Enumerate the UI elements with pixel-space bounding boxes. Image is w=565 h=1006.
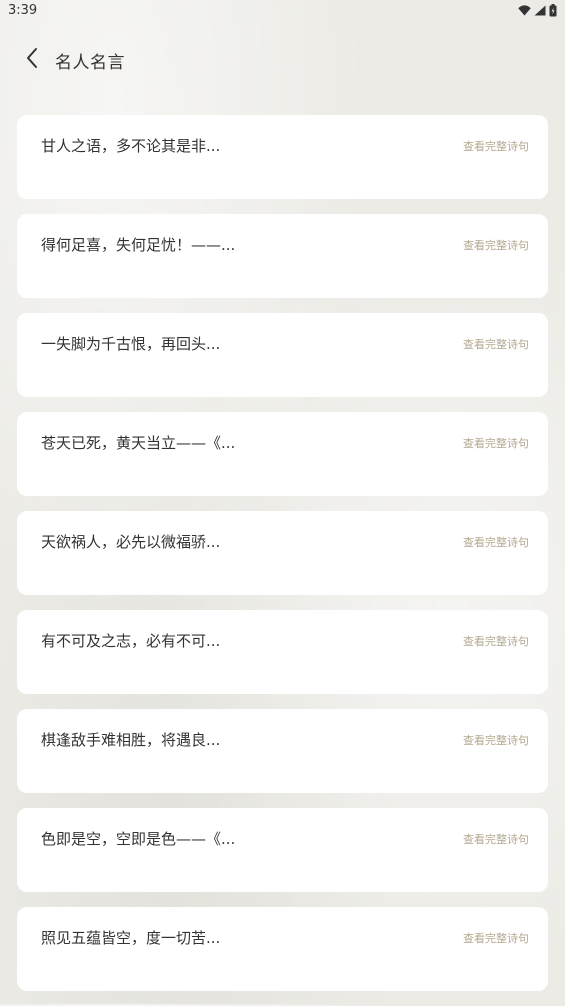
view-full-poem-link[interactable]: 查看完整诗句 [463,831,529,847]
quote-card[interactable]: 色即是空，空即是色——《... 查看完整诗句 [17,808,548,892]
quote-card[interactable]: 棋逢敌手难相胜，将遇良... 查看完整诗句 [17,709,548,793]
view-full-poem-link[interactable]: 查看完整诗句 [463,336,529,352]
quote-card[interactable]: 一失脚为千古恨，再回头... 查看完整诗句 [17,313,548,397]
quote-text: 苍天已死，黄天当立——《... [41,434,236,452]
page-title: 名人名言 [55,53,125,73]
quote-card[interactable]: 得何足喜，失何足忧！——... 查看完整诗句 [17,214,548,298]
view-full-poem-link[interactable]: 查看完整诗句 [463,633,529,649]
quote-card[interactable]: 天欲祸人，必先以微福骄... 查看完整诗句 [17,511,548,595]
quote-text: 得何足喜，失何足忧！——... [41,236,236,254]
quote-card[interactable]: 有不可及之志，必有不可... 查看完整诗句 [17,610,548,694]
view-full-poem-link[interactable]: 查看完整诗句 [463,732,529,748]
cellular-signal-icon [534,5,546,16]
quote-text: 甘人之语，多不论其是非... [41,137,221,155]
app-bar: 名人名言 [0,38,565,82]
quote-card[interactable]: 甘人之语，多不论其是非... 查看完整诗句 [17,115,548,199]
quote-text: 色即是空，空即是色——《... [41,830,236,848]
view-full-poem-link[interactable]: 查看完整诗句 [463,237,529,253]
quote-text: 照见五蕴皆空，度一切苦... [41,929,221,947]
status-icons [518,4,557,17]
chevron-left-icon [25,47,39,73]
quote-text: 天欲祸人，必先以微福骄... [41,533,221,551]
view-full-poem-link[interactable]: 查看完整诗句 [463,534,529,550]
battery-icon [549,4,557,17]
view-full-poem-link[interactable]: 查看完整诗句 [463,930,529,946]
status-bar: 3:39 [0,0,565,24]
view-full-poem-link[interactable]: 查看完整诗句 [463,435,529,451]
view-full-poem-link[interactable]: 查看完整诗句 [463,138,529,154]
quote-text: 有不可及之志，必有不可... [41,632,221,650]
quote-text: 一失脚为千古恨，再回头... [41,335,221,353]
quote-card[interactable]: 苍天已死，黄天当立——《... 查看完整诗句 [17,412,548,496]
quote-list: 甘人之语，多不论其是非... 查看完整诗句 得何足喜，失何足忧！——... 查看… [17,115,548,1006]
wifi-icon [518,5,531,16]
status-time: 3:39 [8,3,38,18]
quote-card[interactable]: 照见五蕴皆空，度一切苦... 查看完整诗句 [17,907,548,991]
quote-text: 棋逢敌手难相胜，将遇良... [41,731,221,749]
back-button[interactable] [16,46,48,74]
